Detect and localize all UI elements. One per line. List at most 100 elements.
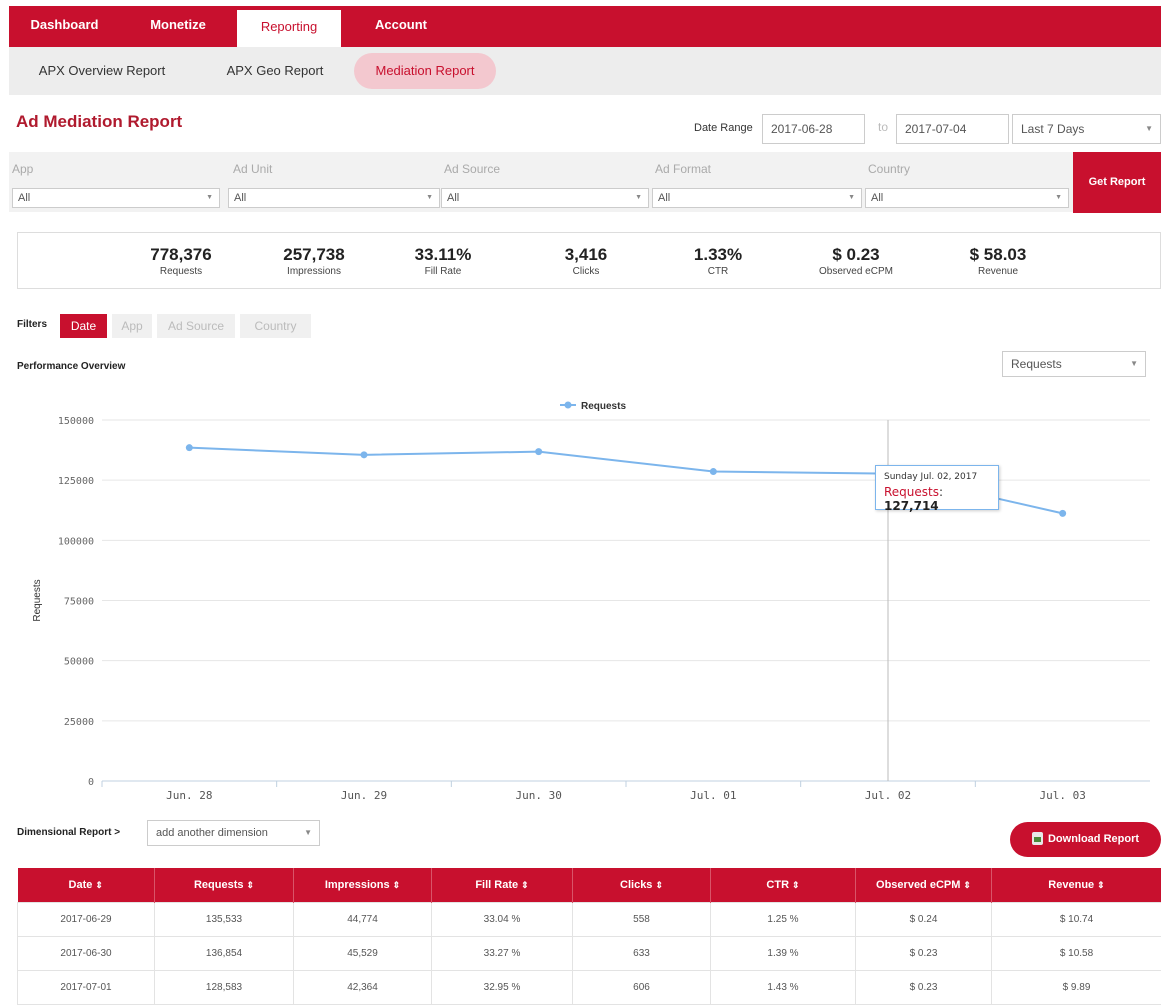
performance-chart: 0 25000 50000 75000 100000 125000 150000 Jun. 2… [32,401,1150,802]
stat-impressions: 257,738 Impressions [266,245,362,277]
sort-icon: ⇕ [246,879,255,890]
stat-label: Fill Rate [424,266,462,277]
filters-label: Filters [17,319,48,330]
table-cell: 42,364 [293,969,432,1005]
col-header-label: Revenue [1048,878,1095,891]
stat-observed-ecpm: $ 0.23 Observed eCPM [806,245,906,277]
table-cell: 44,774 [293,901,432,937]
y-tick-label: 25000 [64,717,94,728]
get-report-button[interactable]: Get Report [1073,152,1161,213]
table-cell: 2017-06-29 [17,901,155,937]
data-point [185,444,193,452]
tooltip-value: 127,714 [884,499,939,513]
download-report-button[interactable]: Download Report [1010,822,1161,857]
sort-icon: ⇕ [95,879,103,890]
table-cell: 606 [572,969,711,1005]
stat-value: 257,738 [283,245,345,264]
filter-ad-source-select[interactable]: All ▼ [441,188,649,208]
report-table: Date ⇕ Requests ⇕ Impressions ⇕ Fill Rate ⇕ … [17,868,1161,1005]
sort-icon: ⇕ [655,879,663,890]
col-header-requests[interactable]: Requests ⇕ [154,868,294,902]
chevron-down-icon: ▼ [1055,194,1062,201]
x-tick-label: Jul. 02 [865,789,911,802]
col-header-revenue[interactable]: Revenue ⇕ [991,868,1161,902]
table-cell: 45,529 [293,935,432,971]
subnav-mediation-report[interactable]: Mediation Report [354,53,496,89]
filter-country: Country All ▼ [865,152,1071,212]
filter-ad-format: Ad Format All ▼ [652,152,864,212]
table-cell: 1.39 % [710,935,856,971]
col-header-date[interactable]: Date ⇕ [17,868,155,902]
table-cell: 33.27 % [431,935,573,971]
chevron-down-icon: ▼ [1130,359,1138,368]
subnav-apx-geo[interactable]: APX Geo Report [207,53,343,89]
filter-ad-source-value: All [447,192,460,204]
stat-requests: 778,376 Requests [136,245,226,277]
filter-ad-source-label: Ad Source [444,162,501,176]
col-header-label: Requests [193,878,244,891]
y-tick-label: 125000 [58,476,94,487]
date-to-input[interactable]: 2017-07-04 [896,114,1009,144]
tab-dashboard[interactable]: Dashboard [9,6,120,47]
stat-revenue: $ 58.03 Revenue [953,245,1043,277]
sub-nav: APX Overview Report APX Geo Report Media… [9,47,1161,95]
col-header-label: Clicks [620,878,653,891]
filter-pill-app[interactable]: App [112,314,152,338]
table-cell: 2017-06-30 [17,935,155,971]
y-tick-label: 150000 [58,416,94,427]
filter-app-value: All [18,192,31,204]
filter-ad-format-select[interactable]: All ▼ [652,188,862,208]
add-dimension-select[interactable]: add another dimension ▼ [147,820,320,846]
tab-account[interactable]: Account [351,6,451,47]
summary-box: 778,376 Requests 257,738 Impressions 33.11… [17,232,1161,289]
table-cell: 135,533 [154,901,294,937]
chevron-down-icon: ▼ [635,194,642,201]
tab-reporting[interactable]: Reporting [237,10,341,47]
chevron-down-icon: ▼ [304,828,312,837]
dimensional-report-title: Dimensional Report [17,827,112,838]
filter-pill-date[interactable]: Date [60,314,107,338]
filter-ad-unit-select[interactable]: All ▼ [228,188,440,208]
table-cell: 32.95 % [431,969,573,1005]
chart-tooltip: Sunday Jul. 02, 2017 Requests: 127,714 [875,465,999,513]
chevron-down-icon: ▼ [1145,124,1153,133]
filter-pill-country[interactable]: Country [240,314,311,338]
table-cell: 2017-07-01 [17,969,155,1005]
tab-monetize[interactable]: Monetize [128,6,228,47]
tooltip-date: Sunday Jul. 02, 2017 [884,472,978,482]
date-preset-select[interactable]: Last 7 Days ▼ [1012,114,1161,144]
col-header-clicks[interactable]: Clicks ⇕ [572,868,711,902]
table-cell: $ 0.24 [855,901,992,937]
chevron-right-icon: > [114,827,121,838]
chevron-down-icon: ▼ [426,194,433,201]
filter-app: App All ▼ [9,152,221,212]
metric-select[interactable]: Requests ▼ [1002,351,1146,377]
performance-overview-label: Performance Overview [17,361,126,372]
stat-clicks: 3,416 Clicks [546,245,626,277]
top-nav: Dashboard Monetize Reporting Account [9,6,1161,47]
filter-pill-ad-source[interactable]: Ad Source [157,314,235,338]
col-header-fill-rate[interactable]: Fill Rate ⇕ [431,868,573,902]
subnav-apx-overview[interactable]: APX Overview Report [23,53,181,89]
date-range-label: Date Range [694,122,753,134]
date-from-input[interactable]: 2017-06-28 [762,114,865,144]
stat-label: Observed eCPM [819,266,893,277]
sort-icon: ⇕ [963,879,971,890]
filter-country-select[interactable]: All ▼ [865,188,1069,208]
spreadsheet-icon [1031,831,1043,845]
filter-ad-unit: Ad Unit All ▼ [228,152,440,212]
data-point [535,448,543,456]
col-header-observed-ecpm[interactable]: Observed eCPM ⇕ [855,868,992,902]
filter-ad-format-label: Ad Format [655,162,712,176]
col-header-impressions[interactable]: Impressions ⇕ [293,868,432,902]
filter-app-select[interactable]: All ▼ [12,188,220,208]
filter-app-label: App [12,162,34,176]
x-tick-label: Jul. 01 [690,789,736,802]
table-cell: $ 0.23 [855,969,992,1005]
stat-label: Impressions [287,266,341,277]
stat-value: $ 0.23 [832,245,880,264]
stat-value: 33.11% [414,245,472,264]
metric-select-value: Requests [1011,357,1062,371]
sort-icon: ⇕ [392,879,401,890]
col-header-ctr[interactable]: CTR ⇕ [710,868,856,902]
